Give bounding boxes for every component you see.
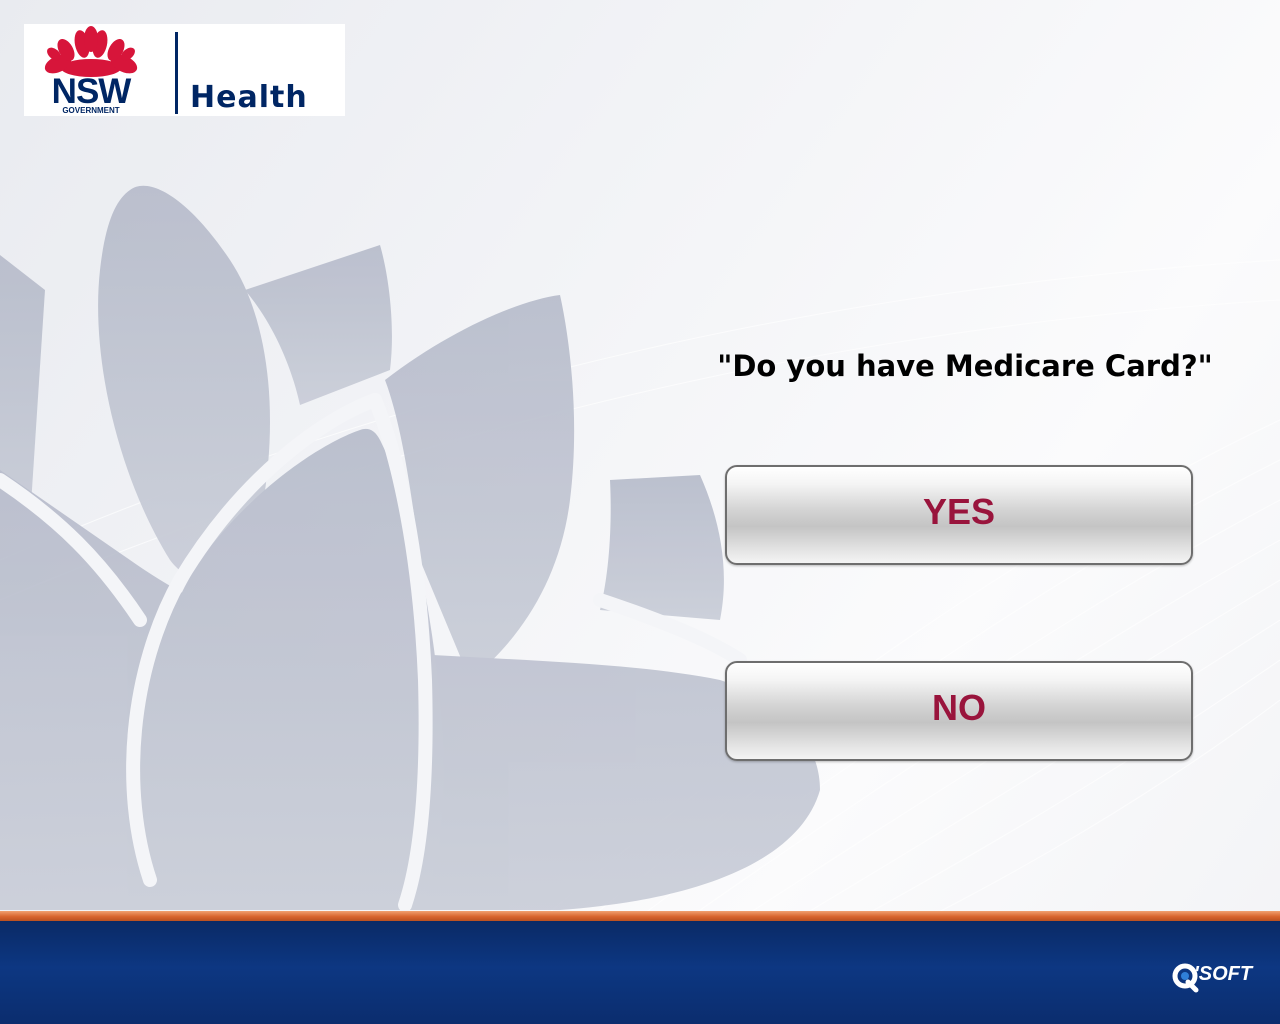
logo-health-text: Health: [190, 80, 308, 115]
yes-button-label: YES: [922, 491, 996, 532]
nsw-health-logo: NSW GOVERNMENT Health: [24, 24, 345, 116]
logo-nsw-text: NSW: [51, 72, 132, 111]
no-button[interactable]: NO: [725, 661, 1193, 761]
question-prompt: "Do you have Medicare Card?": [717, 349, 1213, 383]
qsoft-logo-text: 'SOFT: [1194, 963, 1253, 985]
no-button-label: NO: [932, 687, 986, 728]
footer-bar: [0, 921, 1280, 1024]
qsoft-logo: 'SOFT: [1172, 960, 1264, 994]
kiosk-screen: NSW GOVERNMENT Health "Do you have Medic…: [0, 0, 1280, 1024]
footer-accent-stripe: [0, 911, 1280, 921]
yes-button[interactable]: YES: [725, 465, 1193, 565]
logo-divider: [175, 32, 178, 114]
logo-government-text: GOVERNMENT: [62, 106, 120, 115]
